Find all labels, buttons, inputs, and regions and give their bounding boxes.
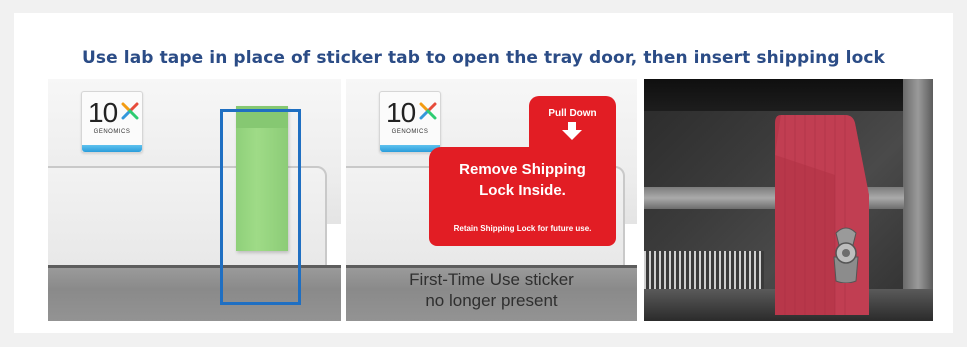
logo-mark: 10 <box>88 97 118 128</box>
instrument-top-frame <box>644 79 933 111</box>
sticker-main-line1: Remove Shipping <box>459 161 586 178</box>
logo-subtext: GENOMICS <box>93 129 131 135</box>
panel-lab-tape: 10 GENOMICS <box>48 79 341 321</box>
panel-sticker: 10 GENOMICS Pull Down Remove Shipping Lo… <box>346 79 637 321</box>
sticker-main-line2: Lock Inside. <box>479 182 566 199</box>
heat-sink-fins <box>644 251 764 291</box>
instrument-side-bracket <box>903 79 933 321</box>
caption-line2: no longer present <box>425 291 558 310</box>
caption-line1: First-Time Use sticker <box>409 270 574 289</box>
logo-accent-bar <box>82 145 142 152</box>
sticker-small-text: Retain Shipping Lock for future use. <box>453 224 592 233</box>
shipping-lock-sticker: Pull Down Remove Shipping Lock Inside. R… <box>429 96 616 246</box>
10x-genomics-logo: 10 GENOMICS <box>81 91 143 153</box>
pull-down-label: Pull Down <box>548 108 597 119</box>
arrow-down-icon <box>562 122 582 140</box>
first-time-use-caption: First-Time Use sticker no longer present <box>346 269 637 311</box>
tape-highlight-box <box>220 109 301 305</box>
instruction-card: Use lab tape in place of sticker tab to … <box>14 13 953 333</box>
logo-mark: 10 <box>386 97 416 128</box>
panel-shipping-lock-photo <box>644 79 933 321</box>
shipping-lock <box>775 115 869 315</box>
wing-nut <box>833 227 859 283</box>
logo-x-icon <box>121 102 139 120</box>
instruction-title: Use lab tape in place of sticker tab to … <box>82 48 885 68</box>
sticker-main-text: Remove Shipping Lock Inside. <box>429 159 616 201</box>
